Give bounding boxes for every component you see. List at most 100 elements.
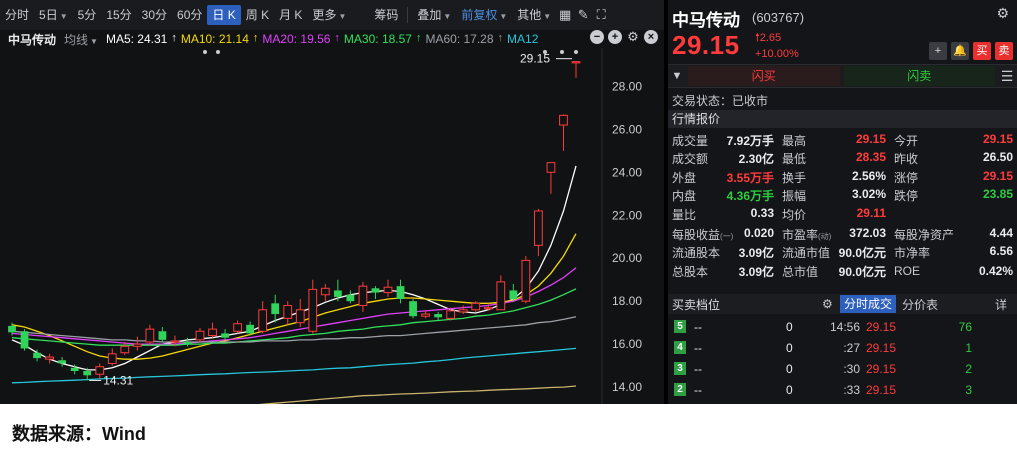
period-15min[interactable]: 15分	[101, 5, 136, 25]
candle-body	[333, 290, 342, 297]
stat-label: 涨停	[894, 170, 919, 185]
candle-body	[283, 304, 293, 319]
candle-body	[208, 328, 217, 337]
marker-dot	[574, 50, 578, 54]
fundamental-label-sub: (一)	[720, 231, 734, 241]
fullscreen-icon[interactable]: ⛶	[592, 7, 610, 23]
fundamental-label: ROE	[894, 264, 920, 278]
sell-button[interactable]: 卖	[995, 42, 1013, 60]
stat-cell: 最低 28.35	[778, 150, 890, 167]
candle-body	[8, 325, 16, 333]
ma-type-select[interactable]: 均线 ▼	[64, 31, 98, 48]
fundamental-label-text: 流通股本	[672, 246, 721, 261]
period-5min[interactable]: 5分	[73, 5, 102, 25]
ma-legend-item[interactable]: MA60: 17.28	[425, 32, 493, 46]
stat-cell: 涨停 29.15	[890, 169, 1017, 186]
ma-legend-item[interactable]: MA12	[507, 32, 538, 46]
fundamental-value: 90.0亿元	[838, 246, 886, 261]
tab-time-sales[interactable]: 分时成交	[840, 295, 897, 313]
stat-cell: 成交量 7.92万手	[668, 132, 778, 149]
candle-body	[195, 330, 205, 341]
fundamental-label: 每股净资产	[894, 226, 954, 243]
detail-link[interactable]: 详	[995, 296, 1007, 313]
period-60min[interactable]: 60分	[172, 5, 207, 25]
change-percent: +10.00%	[755, 48, 799, 60]
quote-header: 中马传动 (603767) ⚙ 29.15 🠕2.65 +10.00% + 🔔 …	[668, 0, 1017, 64]
menu-icon[interactable]: ☰	[997, 68, 1017, 85]
fundamental-label-sub: (动)	[818, 231, 832, 241]
marker-dot	[216, 50, 220, 54]
fundamental-cell: 流通市值 90.0亿元	[778, 244, 890, 261]
gear-icon[interactable]: ⚙	[626, 30, 640, 44]
period-5day[interactable]: 5日 ▼	[34, 5, 73, 25]
fundamental-label-text: ROE	[894, 264, 921, 279]
flash-sell-button[interactable]: 闪卖	[843, 66, 995, 86]
bid-level-badge: 4	[674, 341, 686, 354]
period-more[interactable]: 更多 ▼	[307, 5, 351, 25]
fundamental-stats: 每股收益(一) 0.020 市盈率(动) 372.03 每股净资产 4.44 流通股本 3.0…	[668, 225, 1017, 281]
orderbook-rows: 5 -- 0 14:56 29.15 76 4 -- 0:27 29.15 1 3 -- 0:30 29.1…	[668, 316, 1017, 400]
orderbook-row[interactable]: 4 -- 0:27 29.15 1	[668, 337, 1017, 358]
ma-legend-item[interactable]: MA10: 21.14	[181, 32, 249, 46]
candle-body	[221, 333, 229, 338]
ma-legend-item[interactable]: MA30: 18.57	[344, 32, 412, 46]
quote-panel: 中马传动 (603767) ⚙ 29.15 🠕2.65 +10.00% + 🔔 …	[668, 0, 1017, 404]
bid-volume: 0	[786, 361, 793, 376]
period-30min[interactable]: 30分	[137, 5, 172, 25]
stat-value: 4.36万手	[726, 189, 774, 204]
candle-body	[258, 309, 268, 332]
stat-value: 29.15	[855, 131, 886, 146]
collapse-icon[interactable]: ▼	[668, 70, 686, 82]
last-price: 29.15	[672, 30, 740, 60]
change-amount: 2.65	[759, 32, 782, 44]
candle-body	[320, 287, 330, 296]
ma-line-ma60	[11, 316, 577, 343]
chip-button[interactable]: 筹码	[369, 5, 403, 25]
toolbar-divider	[407, 7, 409, 23]
ma-legend-item[interactable]: MA5: 24.31	[106, 32, 167, 46]
flash-buy-button[interactable]: 闪买	[688, 66, 840, 86]
fundamental-label-text: 市净率	[894, 246, 931, 261]
ma-line-ma30	[11, 288, 577, 346]
stat-label: 振幅	[782, 189, 807, 204]
orderbook-row[interactable]: 5 -- 0 14:56 29.15 76	[668, 316, 1017, 337]
stat-value: 29.15	[982, 168, 1013, 183]
overlay-button[interactable]: 叠加 ▼	[412, 5, 456, 25]
chevron-down-icon: ▼	[338, 12, 347, 21]
stat-value: 2.56%	[851, 168, 886, 183]
fq-select[interactable]: 前复权 ▼	[456, 5, 512, 25]
fundamental-label: 每股收益(一)	[672, 226, 733, 243]
close-icon[interactable]: ×	[644, 30, 658, 44]
period-weekly-k[interactable]: 周 K	[241, 5, 274, 25]
stat-value: 0.33	[750, 205, 774, 220]
stat-cell: 均价 29.11	[778, 206, 890, 223]
add-watchlist-icon[interactable]: +	[929, 42, 947, 60]
period-daily-k[interactable]: 日 K	[207, 5, 241, 25]
orderbook-row[interactable]: 3 -- 0:30 29.15 2	[668, 358, 1017, 379]
zoom-out-icon[interactable]: −	[590, 30, 604, 44]
tab-price-table[interactable]: 分价表	[902, 296, 938, 313]
up-arrow-icon: ↑	[171, 32, 177, 44]
candle-body	[371, 288, 380, 293]
period-fenshi[interactable]: 分时	[0, 5, 34, 25]
fundamental-cell: 每股净资产 4.44	[890, 226, 1017, 243]
y-tick-label: 18.00	[612, 294, 642, 308]
marker-dot	[203, 50, 207, 54]
alert-bell-icon[interactable]: 🔔	[951, 42, 969, 60]
gear-icon[interactable]: ⚙	[822, 297, 836, 311]
candlestick-chart[interactable]: 28.00 26.00 24.00 22.00 20.00 18.00 16.00 14.00…	[0, 48, 664, 404]
candle-body	[458, 309, 468, 313]
zoom-in-icon[interactable]: +	[608, 30, 622, 44]
buy-button[interactable]: 买	[973, 42, 991, 60]
orderbook-row[interactable]: 2 -- 0:33 29.15 3	[668, 379, 1017, 400]
other-button[interactable]: 其他 ▼	[512, 5, 556, 25]
low-annotation: 14.31	[103, 373, 133, 387]
gear-icon[interactable]: ⚙	[996, 5, 1009, 22]
ma-legend-item[interactable]: MA20: 19.56	[262, 32, 330, 46]
grid-layout-icon[interactable]: ▦	[556, 7, 574, 23]
draw-pen-icon[interactable]: ✎	[574, 7, 592, 23]
candle-body	[534, 210, 543, 246]
up-arrow-icon: ↑	[334, 32, 340, 44]
candle-body	[521, 259, 531, 302]
period-monthly-k[interactable]: 月 K	[274, 5, 307, 25]
